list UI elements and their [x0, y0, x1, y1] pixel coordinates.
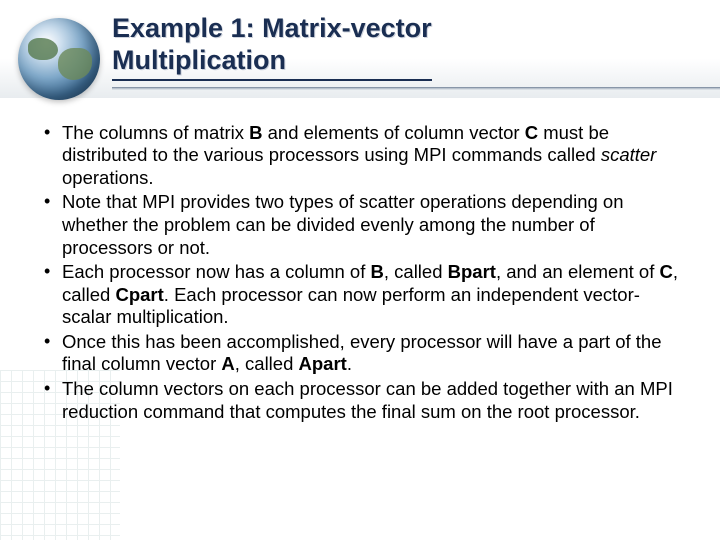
globe-icon [18, 18, 100, 100]
list-item: The column vectors on each processor can… [40, 378, 680, 423]
title-line-1: Example 1: Matrix-vector [112, 13, 432, 43]
header-divider [112, 87, 720, 90]
slide-body: The columns of matrix B and elements of … [0, 98, 720, 445]
list-item: Each processor now has a column of B, ca… [40, 261, 680, 329]
slide-header: Example 1: Matrix-vector Multiplication [0, 0, 720, 98]
slide-title: Example 1: Matrix-vector Multiplication [112, 12, 432, 81]
title-line-2: Multiplication [112, 45, 286, 75]
list-item: Once this has been accomplished, every p… [40, 331, 680, 376]
list-item: Note that MPI provides two types of scat… [40, 191, 680, 259]
bullet-list: The columns of matrix B and elements of … [40, 122, 680, 423]
list-item: The columns of matrix B and elements of … [40, 122, 680, 190]
